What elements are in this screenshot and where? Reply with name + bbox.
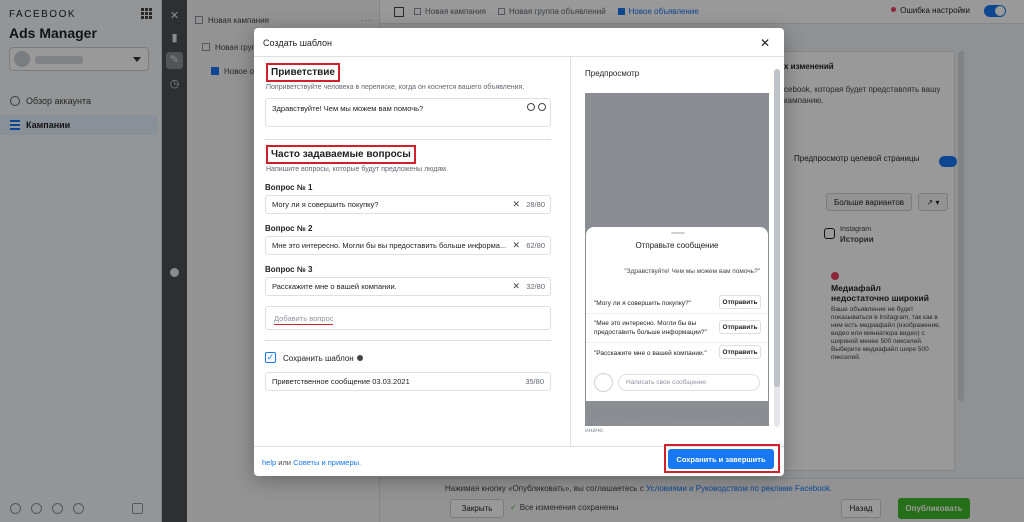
char-counter: 62/80	[526, 241, 545, 250]
preview-question: "Могу ли я совершить покупку?"	[594, 300, 691, 307]
message-sheet: Отправьте сообщение "Здравствуйте! Чем м…	[586, 227, 768, 401]
personalize-icon[interactable]	[538, 103, 546, 111]
clear-icon[interactable]: ✕	[512, 240, 520, 251]
char-counter: 35/80	[525, 377, 544, 386]
divider	[570, 57, 571, 446]
send-button[interactable]: Отправить	[719, 345, 761, 359]
divider	[586, 342, 768, 343]
clear-icon[interactable]: ✕	[512, 199, 520, 210]
preview-note: На других устройствах это сообщение може…	[585, 419, 755, 434]
template-name-input[interactable]: Приветственное сообщение 03.03.2021 35/8…	[265, 372, 551, 391]
help-links: help или Советы и примеры.	[262, 458, 361, 467]
faq-section-title: Часто задаваемые вопросы	[266, 145, 416, 164]
greeting-description: Поприветствуйте человека в переписке, ко…	[266, 84, 525, 91]
save-template-text: Сохранить шаблон	[283, 354, 354, 363]
question-text: Расскажите мне о вашей компании.	[272, 282, 397, 291]
divider	[586, 313, 768, 314]
question-text: Мне это интересно. Могли бы вы предостав…	[272, 241, 507, 250]
help-or-text: или	[278, 458, 292, 467]
divider	[265, 340, 551, 341]
question-text: Могу ли я совершить покупку?	[272, 200, 379, 209]
greeting-tools	[527, 103, 546, 111]
greeting-text: Здравствуйте! Чем мы можем вам помочь?	[272, 104, 424, 113]
divider	[254, 56, 784, 57]
preview-title: Предпросмотр	[585, 69, 640, 78]
dialog-title: Создать шаблон	[263, 38, 333, 48]
info-icon[interactable]	[356, 355, 363, 361]
preview-question: "Расскажите мне о вашей компании."	[594, 350, 707, 357]
add-question-label: Добавить вопрос	[274, 314, 334, 325]
tips-link[interactable]: Советы и примеры.	[293, 458, 361, 467]
add-question-button[interactable]: Добавить вопрос	[265, 306, 551, 330]
divider	[265, 139, 551, 140]
question-3-input[interactable]: Расскажите мне о вашей компании. ✕ 32/80	[265, 277, 551, 296]
send-button[interactable]: Отправить	[719, 295, 761, 309]
create-template-dialog: Создать шаблон ✕ Приветствие Поприветств…	[254, 28, 784, 476]
scrollbar[interactable]	[774, 69, 780, 427]
preview-greeting: "Здравствуйте! Чем мы можем вам помочь?"	[624, 268, 760, 275]
clear-icon[interactable]: ✕	[512, 281, 520, 292]
question-1-input[interactable]: Могу ли я совершить покупку? ✕ 28/80	[265, 195, 551, 214]
emoji-icon[interactable]	[527, 103, 535, 111]
question-2-label: Вопрос № 2	[265, 224, 313, 233]
sheet-title: Отправьте сообщение	[635, 241, 719, 250]
close-icon[interactable]: ✕	[760, 36, 770, 50]
save-template-checkbox[interactable]: ✓	[265, 352, 276, 363]
send-button[interactable]: Отправить	[719, 320, 761, 334]
save-template-label: Сохранить шаблон	[283, 354, 363, 363]
question-3-label: Вопрос № 3	[265, 265, 313, 274]
sheet-handle	[671, 232, 685, 234]
preview-question: "Мне это интересно. Могли бы вы предоста…	[594, 320, 707, 336]
char-counter: 32/80	[526, 282, 545, 291]
char-counter: 28/80	[526, 200, 545, 209]
question-2-input[interactable]: Мне это интересно. Могли бы вы предостав…	[265, 236, 551, 255]
greeting-section-title: Приветствие	[266, 63, 340, 82]
save-and-finish-button[interactable]: Сохранить и завершить	[668, 449, 774, 469]
message-input[interactable]: Написать свое сообщение	[618, 374, 760, 391]
template-name-text: Приветственное сообщение 03.03.2021	[272, 377, 410, 386]
help-link[interactable]: help	[262, 458, 276, 467]
question-1-label: Вопрос № 1	[265, 183, 313, 192]
avatar	[594, 373, 613, 392]
faq-description: Напишите вопросы, которые будут предложе…	[266, 166, 448, 173]
greeting-input[interactable]: Здравствуйте! Чем мы можем вам помочь?	[265, 98, 551, 127]
